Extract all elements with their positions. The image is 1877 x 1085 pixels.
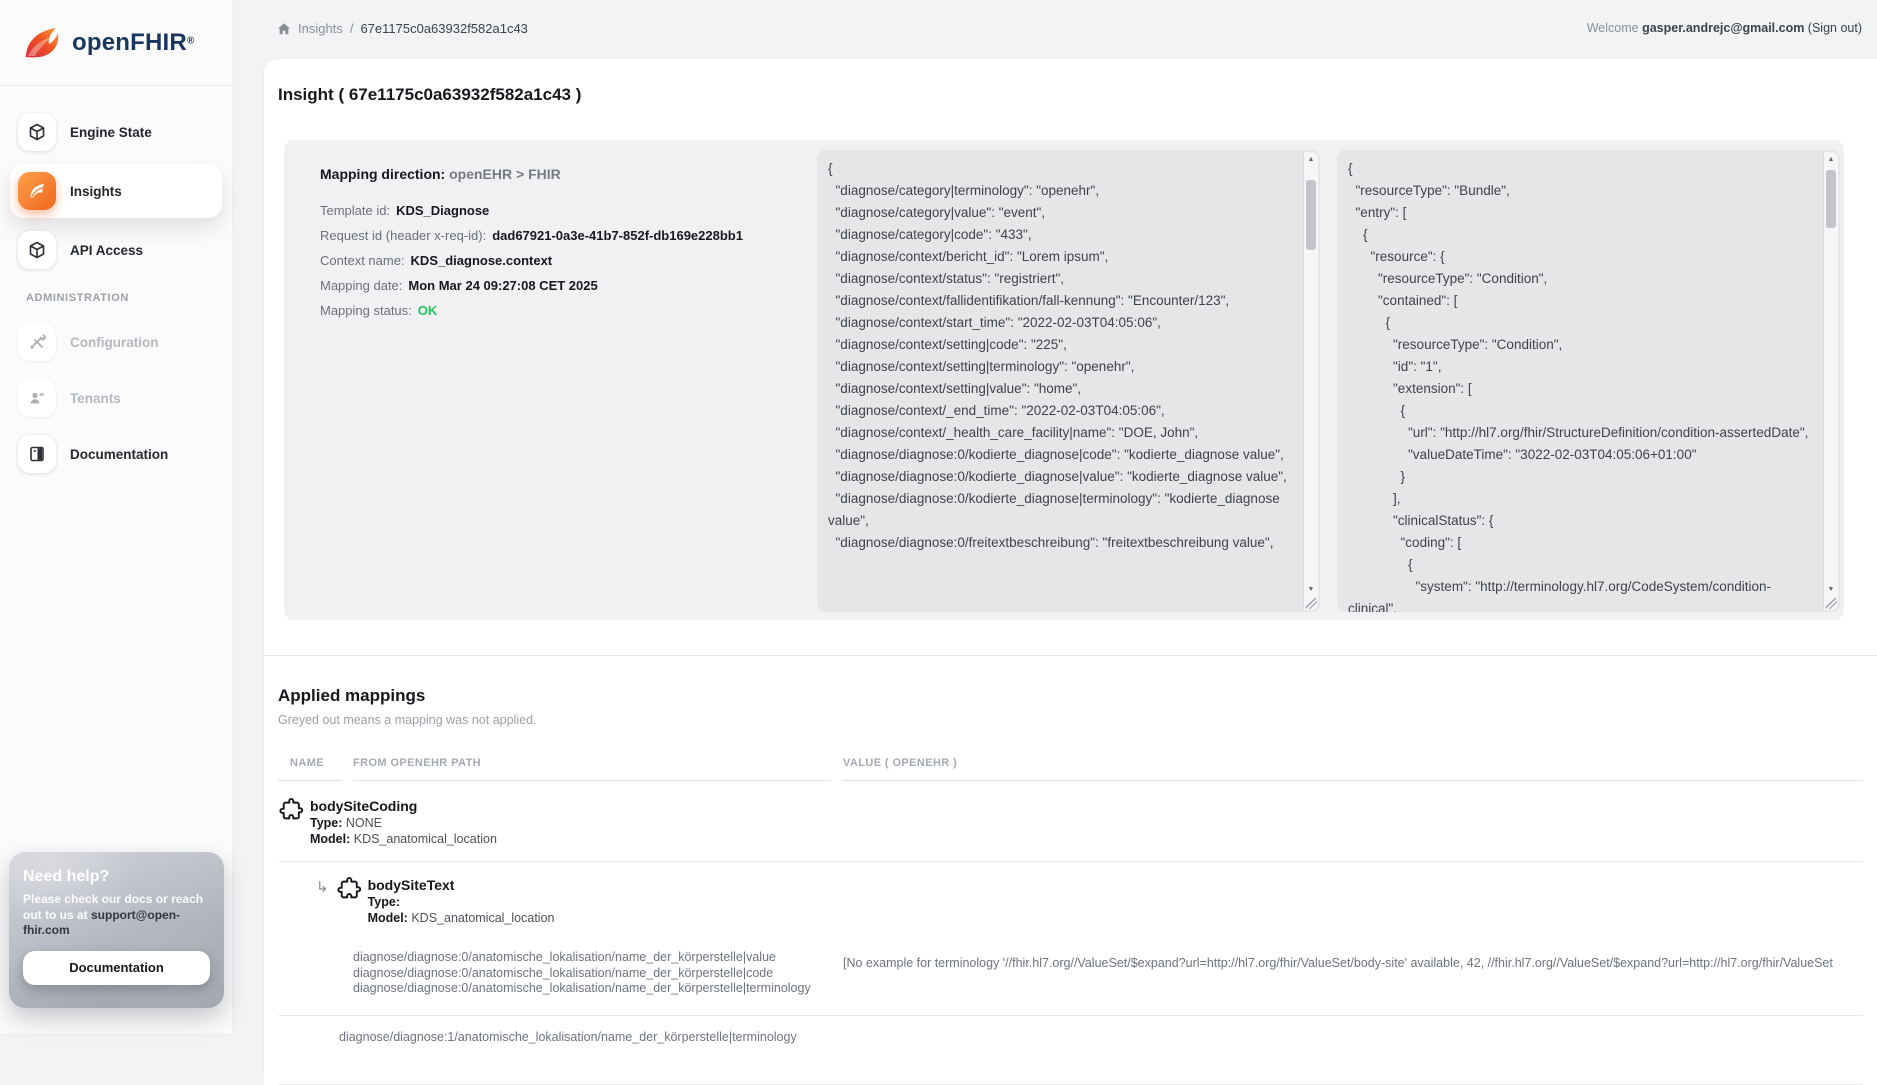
sidebar-item-documentation[interactable]: Documentation (10, 430, 222, 478)
field-mapping-status: Mapping status:OK (320, 303, 770, 318)
breadcrumb-current-id: 67e1175c0a63932f582a1c43 (360, 21, 527, 36)
mapping-details: Mapping direction: openEHR > FHIR Templa… (320, 166, 770, 328)
mapping-model: Model: KDS_anatomical_location (368, 910, 555, 926)
applied-mappings-section: Applied mappings Greyed out means a mapp… (264, 655, 1877, 1085)
resize-grip[interactable] (1826, 598, 1837, 609)
child-arrow-icon: ↳ (316, 878, 329, 896)
scroll-up-arrow[interactable]: ▲ (1824, 152, 1838, 166)
breadcrumb: Insights / 67e1175c0a63932f582a1c43 (277, 21, 528, 36)
mapping-name: bodySiteText (368, 876, 555, 894)
sidebar-item-label: Configuration (70, 335, 158, 350)
scroll-down-arrow[interactable]: ▼ (1304, 582, 1318, 596)
mapping-direction-value: openEHR > FHIR (449, 166, 561, 182)
table-row: bodySiteCoding Type: NONE Model: KDS_ana… (278, 781, 1863, 862)
sign-out-link[interactable]: (Sign out) (1804, 21, 1862, 35)
scrollbar: ▲ ▼ (1303, 152, 1318, 610)
scroll-up-arrow[interactable]: ▲ (1304, 152, 1318, 166)
brand-name: openFHIR (72, 29, 187, 56)
breadcrumb-insights-link[interactable]: Insights (298, 21, 343, 36)
need-help-card: Need help? Please check our docs or reac… (9, 852, 224, 1008)
help-title: Need help? (23, 868, 210, 886)
field-template-id: Template id:KDS_Diagnose (320, 203, 770, 218)
table-header-row: NAME FROM OPENEHR PATH VALUE ( OPENEHR ) (278, 757, 1863, 781)
status-ok-badge: OK (418, 303, 438, 318)
insights-leaf-icon (18, 172, 56, 210)
logo: openFHIR® (0, 0, 232, 86)
table-row: diagnose/diagnose:1/anatomische_lokalisa… (278, 1016, 1863, 1085)
sidebar-item-engine-state[interactable]: Engine State (10, 108, 222, 156)
sidebar-item-configuration[interactable]: Configuration (10, 318, 222, 366)
welcome-text: Welcome (1587, 21, 1642, 35)
brand-reg: ® (187, 35, 194, 46)
column-header-from-path: FROM OPENEHR PATH (353, 757, 831, 781)
fhir-json-content[interactable]: { "resourceType": "Bundle", "entry": [ {… (1337, 150, 1840, 612)
sidebar-item-label: Tenants (70, 391, 121, 406)
sidebar-item-label: API Access (70, 243, 143, 258)
scrollbar: ▲ ▼ (1823, 152, 1838, 610)
scrollbar-thumb[interactable] (1826, 170, 1836, 228)
documentation-button[interactable]: Documentation (23, 951, 210, 985)
puzzle-icon (336, 876, 363, 903)
cube-icon (18, 113, 56, 151)
sidebar-item-tenants[interactable]: Tenants (10, 374, 222, 422)
mapping-panel: Mapping direction: openEHR > FHIR Templa… (284, 140, 1844, 620)
openehr-path: diagnose/diagnose:0/anatomische_lokalisa… (353, 981, 1863, 997)
openehr-json-content[interactable]: { "diagnose/category|terminology": "open… (817, 150, 1320, 612)
column-header-name: NAME (278, 757, 341, 781)
openehr-json-textarea[interactable]: { "diagnose/category|terminology": "open… (817, 150, 1320, 612)
tenants-person-icon (18, 379, 56, 417)
column-header-value: VALUE ( OPENEHR ) (843, 757, 1863, 781)
field-request-id: Request id (header x-req-id):dad67921-0a… (320, 228, 770, 243)
user-email: gasper.andrejc@gmail.com (1642, 21, 1804, 35)
cube-icon (18, 231, 56, 269)
user-welcome: Welcome gasper.andrejc@gmail.com (Sign o… (1587, 21, 1862, 35)
sidebar-item-api-access[interactable]: API Access (10, 226, 222, 274)
scroll-down-arrow[interactable]: ▼ (1824, 582, 1838, 596)
mapping-direction: Mapping direction: openEHR > FHIR (320, 166, 770, 182)
openfhir-flame-icon (22, 25, 62, 61)
home-icon (277, 22, 291, 36)
sidebar-item-label: Documentation (70, 447, 168, 462)
resize-grip[interactable] (1306, 598, 1317, 609)
page-title: Insight ( 67e1175c0a63932f582a1c43 ) (278, 85, 581, 105)
openehr-path: diagnose/diagnose:1/anatomische_lokalisa… (339, 1030, 1863, 1044)
fhir-json-textarea[interactable]: { "resourceType": "Bundle", "entry": [ {… (1337, 150, 1840, 612)
field-context-name: Context name:KDS_diagnose.context (320, 253, 770, 268)
scrollbar-thumb[interactable] (1306, 180, 1316, 250)
openehr-value: [No example for terminology '//fhir.hl7.… (843, 956, 1863, 970)
field-mapping-date: Mapping date:Mon Mar 24 09:27:08 CET 202… (320, 278, 770, 293)
applied-mappings-subtitle: Greyed out means a mapping was not appli… (278, 713, 1863, 727)
mapping-type: Type: NONE (310, 815, 497, 831)
breadcrumb-separator: / (350, 21, 354, 36)
sidebar-item-insights[interactable]: Insights (10, 164, 222, 218)
book-icon (18, 435, 56, 473)
sidebar-item-label: Insights (70, 184, 122, 199)
puzzle-icon (278, 797, 305, 824)
sidebar: openFHIR® Engine State Insights API Acce… (0, 0, 233, 1033)
mapping-type: Type: (368, 894, 555, 910)
mapping-name: bodySiteCoding (310, 797, 497, 815)
help-body: Please check our docs or reach out to us… (23, 892, 205, 939)
table-row: ↳ bodySiteText Type: Model: KDS_anatomic… (278, 862, 1863, 1016)
tools-icon (18, 323, 56, 361)
insight-card: Insight ( 67e1175c0a63932f582a1c43 ) Map… (264, 59, 1877, 1073)
admin-section-heading: ADMINISTRATION (26, 292, 222, 304)
sidebar-item-label: Engine State (70, 125, 152, 140)
mapping-model: Model: KDS_anatomical_location (310, 831, 497, 847)
applied-mappings-title: Applied mappings (278, 686, 1863, 706)
